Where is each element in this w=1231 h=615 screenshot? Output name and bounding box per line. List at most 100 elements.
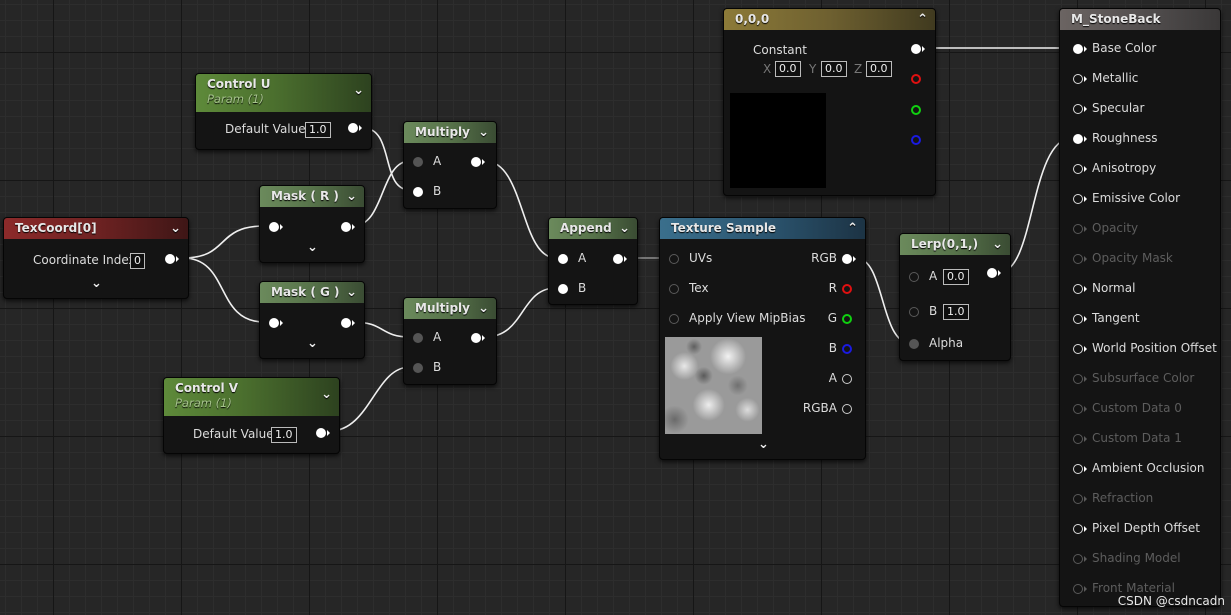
input-b-pin[interactable] xyxy=(909,307,919,317)
lerp-node[interactable]: Lerp(0,1,) ⌄ A 0.0 B 1.0 Alpha xyxy=(899,233,1011,361)
r-pin[interactable] xyxy=(911,74,921,84)
output-pin[interactable] xyxy=(341,222,351,232)
expand-chevron-down-icon[interactable]: ⌄ xyxy=(91,276,102,291)
uvs-pin[interactable] xyxy=(669,254,679,264)
expand-chevron-down-icon[interactable]: ⌄ xyxy=(307,240,318,255)
b-value-field[interactable]: 1.0 xyxy=(943,304,969,320)
material-input-pin[interactable] xyxy=(1073,104,1083,114)
texcoord-node[interactable]: TexCoord[0] ⌄ Coordinate Index 0 ⌄ xyxy=(3,217,189,299)
chevron-down-icon[interactable]: ⌄ xyxy=(478,122,489,143)
material-input-pin[interactable] xyxy=(1073,464,1083,474)
output-pin[interactable] xyxy=(316,428,326,438)
g-pin[interactable] xyxy=(842,314,852,324)
tex-pin[interactable] xyxy=(669,284,679,294)
arrow-icon xyxy=(1084,76,1087,82)
material-input-pin[interactable] xyxy=(1073,254,1083,264)
a-value-field[interactable]: 0.0 xyxy=(943,269,969,285)
input-pin[interactable] xyxy=(269,222,279,232)
chevron-down-icon[interactable]: ⌄ xyxy=(353,83,364,98)
material-input-pin[interactable] xyxy=(1073,404,1083,414)
rgba-pin[interactable] xyxy=(842,404,852,414)
default-value-field[interactable]: 1.0 xyxy=(305,122,331,138)
output-pin[interactable] xyxy=(613,254,623,264)
texture-sample-header[interactable]: Texture Sample ⌃ xyxy=(660,218,865,239)
chevron-down-icon[interactable]: ⌄ xyxy=(478,298,489,319)
material-input-pin[interactable] xyxy=(1073,134,1083,144)
g-pin[interactable] xyxy=(911,105,921,115)
material-input-pin[interactable] xyxy=(1073,554,1083,564)
mipbias-pin[interactable] xyxy=(669,314,679,324)
r-pin[interactable] xyxy=(842,284,852,294)
constant-node[interactable]: 0,0,0 ⌃ Constant X 0.0 Y 0.0 Z 0.0 xyxy=(723,8,936,196)
rgb-pin[interactable] xyxy=(842,254,852,264)
material-input-pin[interactable] xyxy=(1073,284,1083,294)
control-v-header[interactable]: Control V Param (1) ⌄ xyxy=(164,378,339,416)
mask-r-header[interactable]: Mask ( R ) ⌄ xyxy=(260,186,364,207)
append-node[interactable]: Append ⌄ A B xyxy=(548,217,638,305)
material-node[interactable]: M_StoneBack Base Color Metallic Specular Ro… xyxy=(1059,8,1221,607)
input-b-pin[interactable] xyxy=(413,363,423,373)
input-b-pin[interactable] xyxy=(413,187,423,197)
chevron-down-icon[interactable]: ⌄ xyxy=(346,282,357,303)
material-header[interactable]: M_StoneBack xyxy=(1060,9,1220,30)
constant-output-pin[interactable] xyxy=(911,44,921,54)
material-input-pin[interactable] xyxy=(1073,164,1083,174)
output-pin[interactable] xyxy=(471,333,481,343)
material-input-pin[interactable] xyxy=(1073,44,1083,54)
chevron-down-icon[interactable]: ⌄ xyxy=(170,218,181,239)
material-input-pin[interactable] xyxy=(1073,224,1083,234)
input-b-pin[interactable] xyxy=(558,284,568,294)
alpha-pin[interactable] xyxy=(909,339,919,349)
chevron-up-icon[interactable]: ⌃ xyxy=(847,218,858,239)
output-pin[interactable] xyxy=(348,123,358,133)
expand-chevron-down-icon[interactable]: ⌄ xyxy=(307,336,318,351)
constant-header[interactable]: 0,0,0 ⌃ xyxy=(724,9,935,30)
control-v-node[interactable]: Control V Param (1) ⌄ Default Value 1.0 xyxy=(163,377,340,454)
expand-chevron-down-icon[interactable]: ⌄ xyxy=(758,437,769,452)
coordinate-index-field[interactable]: 0 xyxy=(130,253,145,269)
control-u-node[interactable]: Control U Param (1) ⌄ Default Value 1.0 xyxy=(195,73,372,150)
chevron-up-icon[interactable]: ⌃ xyxy=(917,9,928,30)
material-input-pin[interactable] xyxy=(1073,374,1083,384)
chevron-down-icon[interactable]: ⌄ xyxy=(321,387,332,402)
material-input-pin[interactable] xyxy=(1073,194,1083,204)
chevron-down-icon[interactable]: ⌄ xyxy=(346,186,357,207)
y-value-field[interactable]: 0.0 xyxy=(821,61,847,77)
input-a-pin[interactable] xyxy=(558,254,568,264)
multiply-2-node[interactable]: Multiply ⌄ A B xyxy=(403,297,497,385)
multiply-2-header[interactable]: Multiply ⌄ xyxy=(404,298,496,319)
mask-r-node[interactable]: Mask ( R ) ⌄ ⌄ xyxy=(259,185,365,263)
chevron-down-icon[interactable]: ⌄ xyxy=(619,218,630,239)
b-pin[interactable] xyxy=(911,135,921,145)
chevron-down-icon[interactable]: ⌄ xyxy=(992,234,1003,255)
material-input-pin[interactable] xyxy=(1073,314,1083,324)
lerp-header[interactable]: Lerp(0,1,) ⌄ xyxy=(900,234,1010,255)
output-pin[interactable] xyxy=(471,157,481,167)
material-input-pin[interactable] xyxy=(1073,584,1083,594)
control-u-header[interactable]: Control U Param (1) ⌄ xyxy=(196,74,371,112)
input-a-pin[interactable] xyxy=(413,333,423,343)
output-pin[interactable] xyxy=(341,318,351,328)
material-input-pin[interactable] xyxy=(1073,434,1083,444)
input-a-pin[interactable] xyxy=(413,157,423,167)
b-pin[interactable] xyxy=(842,344,852,354)
output-pin[interactable] xyxy=(987,268,997,278)
input-pin[interactable] xyxy=(269,318,279,328)
a-pin[interactable] xyxy=(842,374,852,384)
material-input-pin[interactable] xyxy=(1073,524,1083,534)
default-value-field[interactable]: 1.0 xyxy=(271,427,297,443)
z-value-field[interactable]: 0.0 xyxy=(866,61,892,77)
material-input-pin[interactable] xyxy=(1073,494,1083,504)
mask-g-header[interactable]: Mask ( G ) ⌄ xyxy=(260,282,364,303)
material-input-pin[interactable] xyxy=(1073,74,1083,84)
append-header[interactable]: Append ⌄ xyxy=(549,218,637,239)
mask-g-node[interactable]: Mask ( G ) ⌄ ⌄ xyxy=(259,281,365,359)
x-value-field[interactable]: 0.0 xyxy=(775,61,801,77)
input-a-pin[interactable] xyxy=(909,272,919,282)
material-input-pin[interactable] xyxy=(1073,344,1083,354)
multiply-1-node[interactable]: Multiply ⌄ A B xyxy=(403,121,497,209)
output-pin[interactable] xyxy=(165,254,175,264)
multiply-1-header[interactable]: Multiply ⌄ xyxy=(404,122,496,143)
texture-sample-node[interactable]: Texture Sample ⌃ UVs Tex Apply View MipB… xyxy=(659,217,866,460)
texcoord-header[interactable]: TexCoord[0] ⌄ xyxy=(4,218,188,239)
